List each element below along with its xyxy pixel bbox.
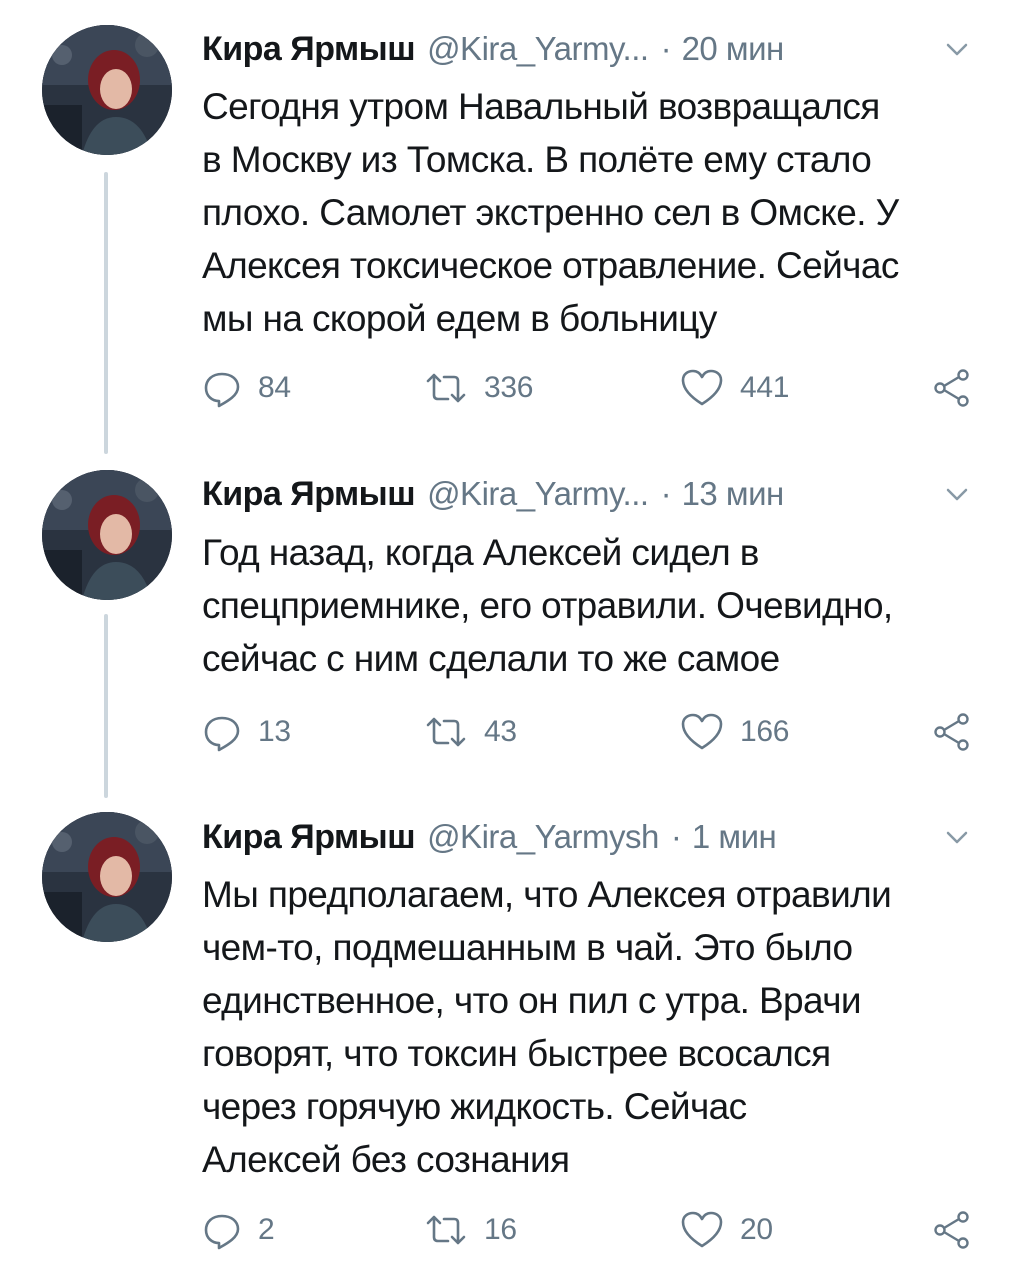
reply-button[interactable]: 13: [202, 708, 291, 756]
tweet-text: Сегодня утром Навальный возвращался в Мо…: [202, 86, 899, 339]
tweet-text: Мы предполагаем, что Алексея отравили че…: [202, 874, 892, 1180]
reply-count: 84: [258, 371, 291, 404]
separator-dot: ·: [660, 475, 672, 512]
like-icon: [680, 368, 724, 408]
share-button[interactable]: [932, 1206, 972, 1254]
share-icon: [932, 1210, 972, 1250]
share-icon: [932, 712, 972, 752]
retweet-icon: [424, 1210, 468, 1250]
tweet-header: Кира Ярмыш @Kira_Yarmysh · 1 мин: [202, 812, 982, 862]
avatar[interactable]: [42, 812, 172, 942]
like-button[interactable]: 166: [680, 708, 789, 756]
retweet-icon: [424, 712, 468, 752]
tweet-actions: 13 43 166: [202, 708, 982, 756]
thread-line: [104, 172, 108, 454]
tweet-actions: 2 16 20: [202, 1206, 982, 1254]
like-icon: [680, 1210, 724, 1250]
like-button[interactable]: 20: [680, 1206, 773, 1254]
reply-icon: [202, 1210, 242, 1250]
tweet-text: Год назад, когда Алексей сидел в спецпри…: [202, 532, 893, 679]
like-button[interactable]: 441: [680, 364, 789, 412]
author-name[interactable]: Кира Ярмыш: [202, 475, 416, 514]
share-button[interactable]: [932, 708, 972, 756]
author-handle[interactable]: @Kira_Yarmysh: [427, 818, 659, 856]
chevron-down-icon[interactable]: [944, 824, 970, 850]
reply-button[interactable]: 2: [202, 1206, 275, 1254]
reply-count: 2: [258, 1213, 275, 1246]
share-icon: [932, 368, 972, 408]
like-count: 166: [740, 715, 790, 748]
tweet-header: Кира Ярмыш @Kira_Yarmy... · 13 мин: [202, 469, 982, 519]
retweet-icon: [424, 368, 468, 408]
retweet-count: 43: [484, 715, 517, 748]
tweet-header: Кира Ярмыш @Kira_Yarmy... · 20 мин: [202, 24, 982, 74]
reply-icon: [202, 368, 242, 408]
retweet-button[interactable]: 43: [424, 708, 517, 756]
author-name[interactable]: Кира Ярмыш: [202, 818, 416, 857]
chevron-down-icon[interactable]: [944, 36, 970, 62]
chevron-down-icon[interactable]: [944, 481, 970, 507]
tweet-time[interactable]: 13 мин: [682, 475, 785, 513]
share-button[interactable]: [932, 364, 972, 412]
tweet-time[interactable]: 1 мин: [692, 818, 777, 856]
retweet-count: 336: [484, 371, 534, 404]
reply-count: 13: [258, 715, 291, 748]
separator-dot: ·: [660, 30, 672, 67]
tweet-time[interactable]: 20 мин: [682, 30, 785, 68]
like-count: 441: [740, 371, 790, 404]
like-icon: [680, 712, 724, 752]
thread-line: [104, 614, 108, 798]
retweet-button[interactable]: 336: [424, 364, 533, 412]
avatar[interactable]: [42, 25, 172, 155]
retweet-button[interactable]: 16: [424, 1206, 517, 1254]
separator-dot: ·: [670, 818, 682, 855]
author-name[interactable]: Кира Ярмыш: [202, 30, 416, 69]
reply-icon: [202, 712, 242, 752]
author-handle[interactable]: @Kira_Yarmy...: [427, 475, 649, 513]
like-count: 20: [740, 1213, 773, 1246]
reply-button[interactable]: 84: [202, 364, 291, 412]
author-handle[interactable]: @Kira_Yarmy...: [427, 30, 649, 68]
tweet-actions: 84 336 441: [202, 364, 982, 412]
retweet-count: 16: [484, 1213, 517, 1246]
avatar[interactable]: [42, 470, 172, 600]
